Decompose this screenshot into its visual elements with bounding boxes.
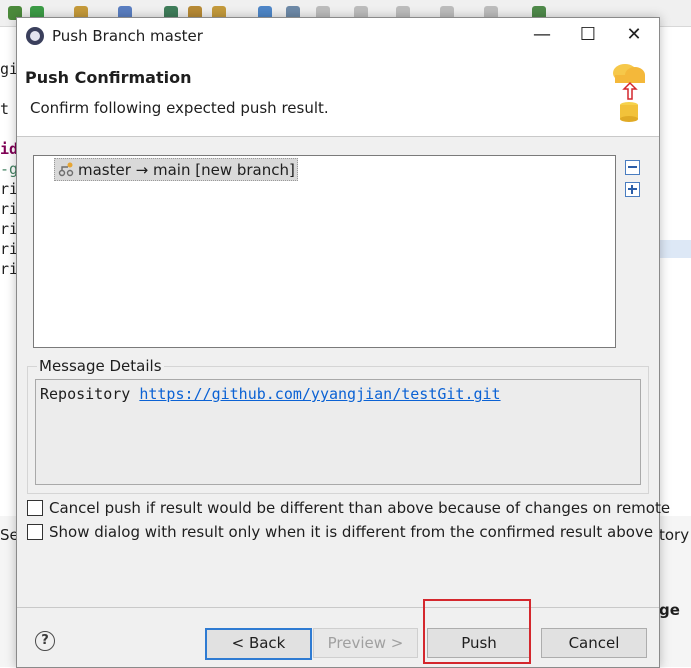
dialog-title: Push Branch master <box>52 27 203 45</box>
checkbox[interactable] <box>27 524 43 540</box>
cancel-push-checkbox[interactable]: Cancel push if result would be different… <box>27 499 670 517</box>
eclipse-icon <box>26 27 44 45</box>
help-icon[interactable]: ? <box>35 631 55 651</box>
tree-item-label: master → main [new branch] <box>78 160 295 179</box>
repository-label: Repository <box>40 385 131 403</box>
minimize-button[interactable]: — <box>519 18 565 53</box>
push-result-tree[interactable]: master → main [new branch] <box>33 155 616 348</box>
maximize-button[interactable]: ☐ <box>565 18 611 53</box>
footer-separator <box>17 607 659 608</box>
push-to-repository-icon <box>613 64 645 122</box>
push-branch-dialog: Push Branch master — ☐ ✕ Push Confirmati… <box>16 17 670 668</box>
checkbox[interactable] <box>27 500 43 516</box>
editor-selection-strip <box>659 240 691 258</box>
checkbox-label: Show dialog with result only when it is … <box>49 523 654 541</box>
cancel-button[interactable]: Cancel <box>541 628 647 658</box>
preview-button[interactable]: Preview > <box>313 628 418 658</box>
ide-tab-label[interactable]: tory <box>659 526 689 544</box>
message-details-text[interactable]: Repository https://github.com/yyangjian/… <box>35 379 641 485</box>
wizard-header: Push Confirmation Confirm following expe… <box>17 53 659 137</box>
branch-icon <box>58 162 74 177</box>
show-dialog-checkbox[interactable]: Show dialog with result only when it is … <box>27 523 653 541</box>
ide-column-label: ge <box>659 601 680 619</box>
collapse-all-icon[interactable] <box>625 160 640 175</box>
tree-item-branch[interactable]: master → main [new branch] <box>54 158 298 181</box>
back-button[interactable]: < Back <box>205 628 312 660</box>
checkbox-label: Cancel push if result would be different… <box>49 499 671 517</box>
page-message: Confirm following expected push result. <box>30 99 329 117</box>
page-title: Push Confirmation <box>25 68 192 87</box>
close-button[interactable]: ✕ <box>611 18 657 53</box>
repository-link[interactable]: https://github.com/yyangjian/testGit.git <box>139 385 500 403</box>
push-button-highlight <box>423 599 531 664</box>
editor-line: t <box>0 100 10 118</box>
message-details-label: Message Details <box>37 357 164 375</box>
dialog-titlebar[interactable]: Push Branch master — ☐ ✕ <box>17 18 659 53</box>
expand-all-icon[interactable] <box>625 182 640 197</box>
